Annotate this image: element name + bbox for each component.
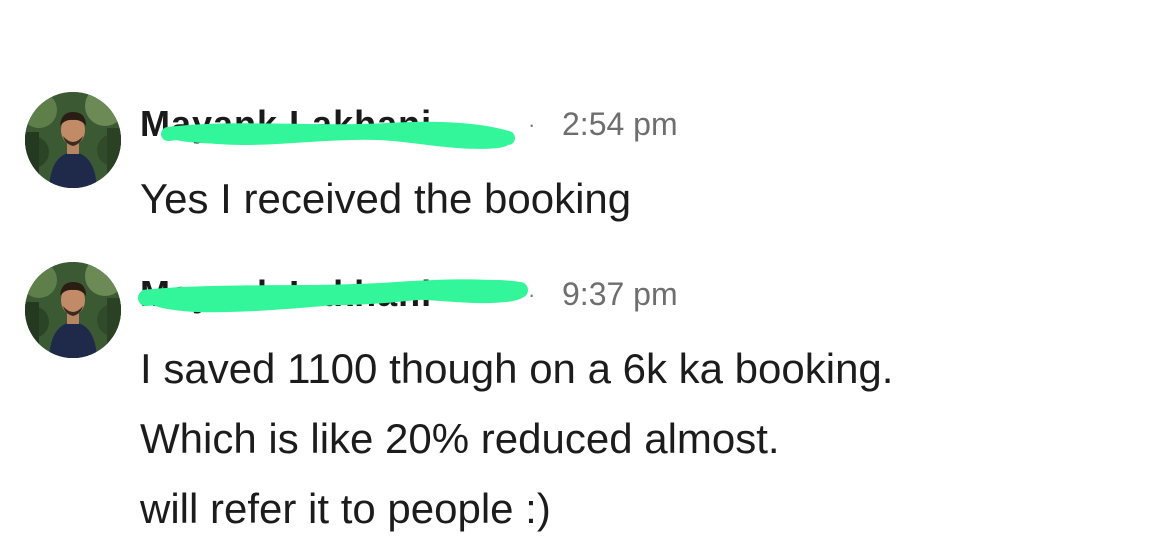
user-photo-avatar-icon xyxy=(25,262,121,358)
separator-dot: · xyxy=(528,112,536,137)
message-line: I saved 1100 though on a 6k ka booking. xyxy=(140,345,894,392)
message-body: I saved 1100 though on a 6k ka booking. … xyxy=(140,334,893,544)
message-line: will refer it to people :) xyxy=(140,485,551,532)
message-body: Yes I received the booking xyxy=(140,164,631,234)
message-header: Mayank Lakhani · 2:54 pm xyxy=(140,100,840,150)
avatar[interactable] xyxy=(25,92,121,188)
sender-name[interactable]: Mayank Lakhani xyxy=(140,274,432,314)
message-line: Which is like 20% reduced almost. xyxy=(140,415,780,462)
message-line: Yes I received the booking xyxy=(140,175,632,222)
user-photo-avatar-icon xyxy=(25,92,121,188)
message-header: Mayank Lakhani · 9:37 pm xyxy=(138,270,840,320)
sender-name[interactable]: Mayank Lakhani xyxy=(140,104,432,144)
message-timestamp: 9:37 pm xyxy=(562,276,678,312)
message-timestamp: 2:54 pm xyxy=(562,106,678,142)
separator-dot: · xyxy=(528,282,536,307)
avatar[interactable] xyxy=(25,262,121,358)
